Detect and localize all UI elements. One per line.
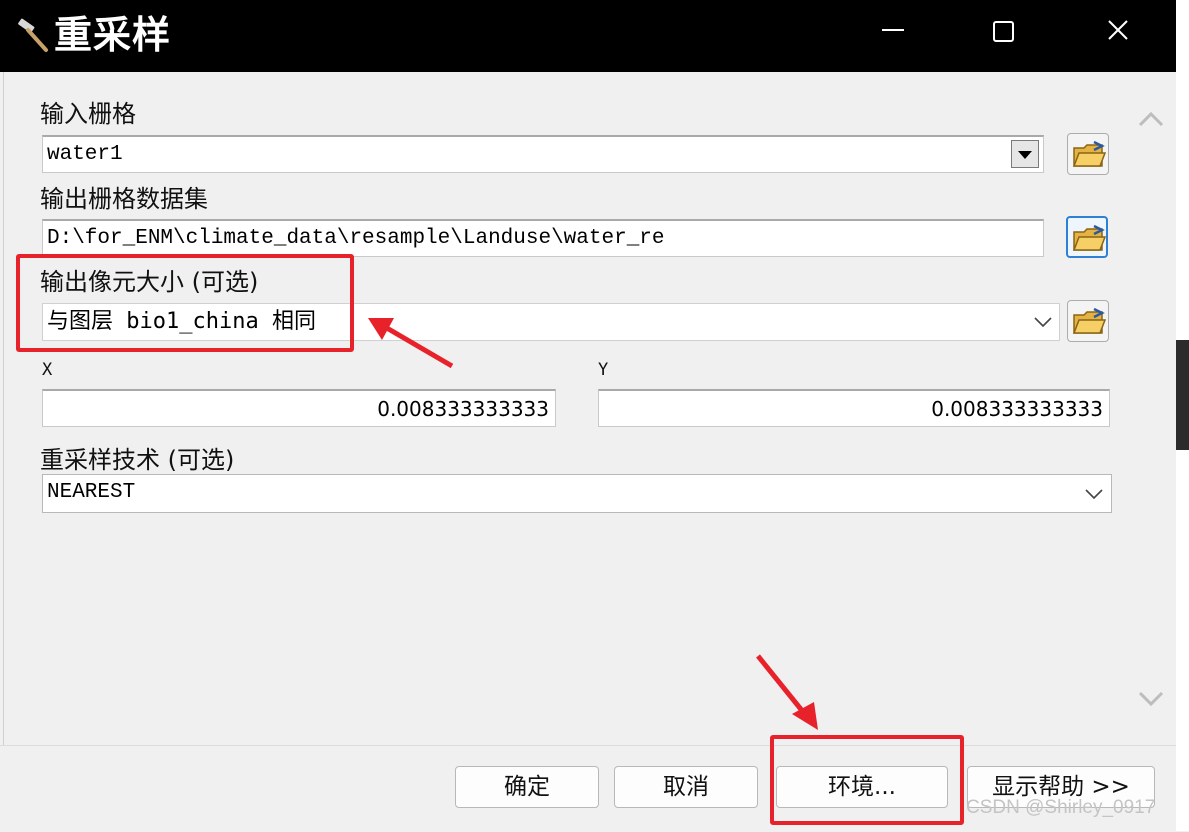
x-cell-size-input[interactable]: 0.008333333333 xyxy=(42,389,556,427)
technique-label: 重采样技术 (可选) xyxy=(40,446,235,474)
annotation-arrow-environments xyxy=(756,654,818,730)
open-folder-icon xyxy=(1072,140,1106,167)
technique-value: NEAREST xyxy=(47,481,136,504)
minimize-button[interactable] xyxy=(830,0,930,66)
y-label: Y xyxy=(598,360,609,380)
maximize-button[interactable] xyxy=(955,0,1055,66)
y-cell-size-value: 0.008333333333 xyxy=(931,397,1103,421)
close-icon xyxy=(1108,20,1128,40)
x-cell-size-value: 0.008333333333 xyxy=(377,397,549,421)
scroll-down-button[interactable] xyxy=(1138,688,1164,710)
cancel-button[interactable]: 取消 xyxy=(614,766,758,808)
annotation-box-cell-size xyxy=(16,254,354,352)
input-raster-combobox[interactable]: water1 xyxy=(42,135,1044,173)
output-dataset-browse-button[interactable] xyxy=(1066,216,1108,258)
technique-select[interactable]: NEAREST xyxy=(42,474,1112,513)
window-title: 重采样 xyxy=(54,13,172,57)
chevron-down-icon xyxy=(1018,151,1032,159)
scroll-up-button[interactable] xyxy=(1138,108,1164,130)
title-bar: 重采样 xyxy=(0,0,1176,72)
hammer-icon xyxy=(18,18,48,52)
input-raster-dropdown-button[interactable] xyxy=(1011,140,1039,168)
input-raster-browse-button[interactable] xyxy=(1067,133,1109,175)
x-label: X xyxy=(42,360,53,380)
open-folder-icon xyxy=(1072,224,1106,251)
output-dataset-input[interactable]: D:\for_ENM\climate_data\resample\Landuse… xyxy=(42,219,1044,257)
output-dataset-value: D:\for_ENM\climate_data\resample\Landuse… xyxy=(47,227,665,250)
maximize-icon xyxy=(993,21,1014,42)
y-cell-size-input[interactable]: 0.008333333333 xyxy=(598,389,1110,427)
chevron-down-icon xyxy=(1085,489,1103,500)
chevron-down-icon xyxy=(1034,317,1052,328)
window-edge xyxy=(1176,0,1189,831)
output-dataset-label: 输出栅格数据集 xyxy=(40,185,208,213)
input-raster-label: 输入栅格 xyxy=(40,100,136,128)
ok-button[interactable]: 确定 xyxy=(455,766,599,808)
cell-size-browse-button[interactable] xyxy=(1067,300,1109,342)
annotation-box-environments xyxy=(770,735,964,825)
watermark: CSDN @Shirley_0917 xyxy=(966,797,1156,818)
input-raster-value: water1 xyxy=(47,143,123,166)
annotation-arrow-cell-size xyxy=(368,318,454,369)
close-button[interactable] xyxy=(1068,0,1168,66)
open-folder-icon xyxy=(1072,307,1106,334)
minimize-icon xyxy=(882,29,904,31)
